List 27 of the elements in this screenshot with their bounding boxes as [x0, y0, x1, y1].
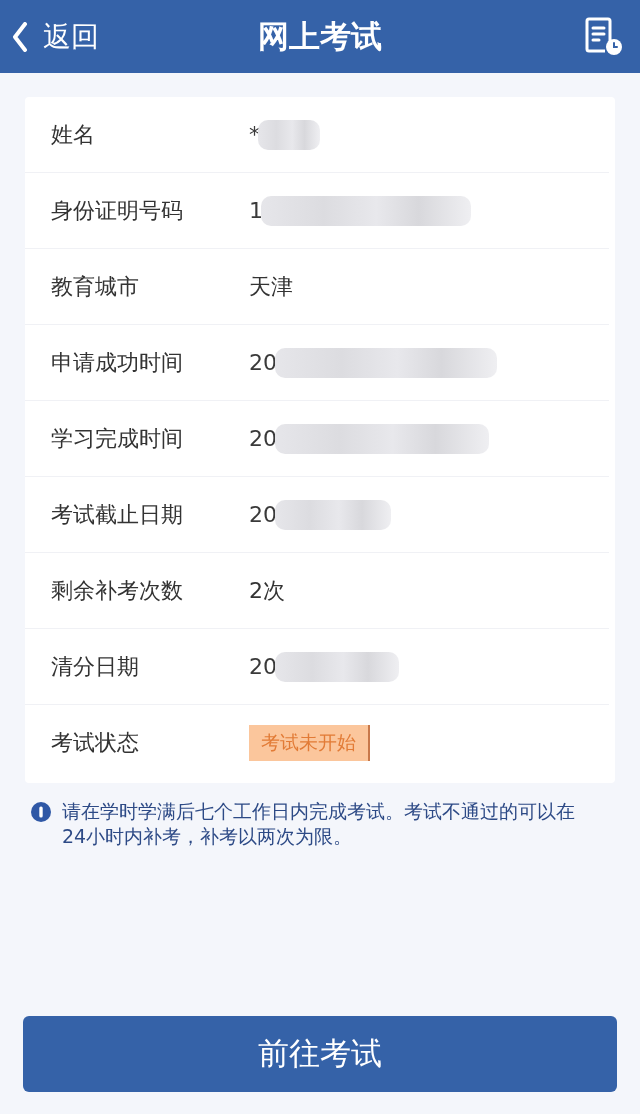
field-value: 20	[249, 654, 277, 679]
field-label: 姓名	[51, 120, 96, 149]
field-value: 20	[249, 426, 277, 451]
field-label: 身份证明号码	[51, 196, 184, 225]
field-label: 考试截止日期	[51, 500, 184, 529]
field-label: 剩余补考次数	[51, 576, 184, 605]
status-badge: 考试未开始	[249, 725, 370, 761]
field-label: 学习完成时间	[51, 424, 184, 453]
info-icon	[31, 802, 51, 822]
field-label: 考试状态	[51, 729, 140, 757]
field-label: 清分日期	[51, 652, 140, 681]
page-title: 网上考试	[257, 16, 383, 56]
field-value: 20	[249, 502, 277, 527]
back-button[interactable]: 返回	[0, 17, 99, 56]
chevron-left-icon	[12, 21, 28, 52]
field-value: 1	[249, 198, 263, 223]
field-value: 2次	[249, 576, 285, 605]
start-exam-button[interactable]: 前往考试	[23, 1016, 617, 1092]
records-button[interactable]	[584, 16, 624, 57]
document-clock-icon	[584, 16, 624, 57]
field-label: 申请成功时间	[51, 348, 184, 377]
blurred-patch	[258, 119, 320, 150]
notice-text: 请在学时学满后七个工作日内完成考试。考试不通过的可以在24小时内补考，补考以两次为限。	[62, 799, 576, 849]
field-value: *	[249, 122, 260, 147]
field-value: 天津	[249, 272, 293, 301]
field-value: 20	[249, 350, 277, 375]
field-label: 教育城市	[51, 272, 140, 301]
